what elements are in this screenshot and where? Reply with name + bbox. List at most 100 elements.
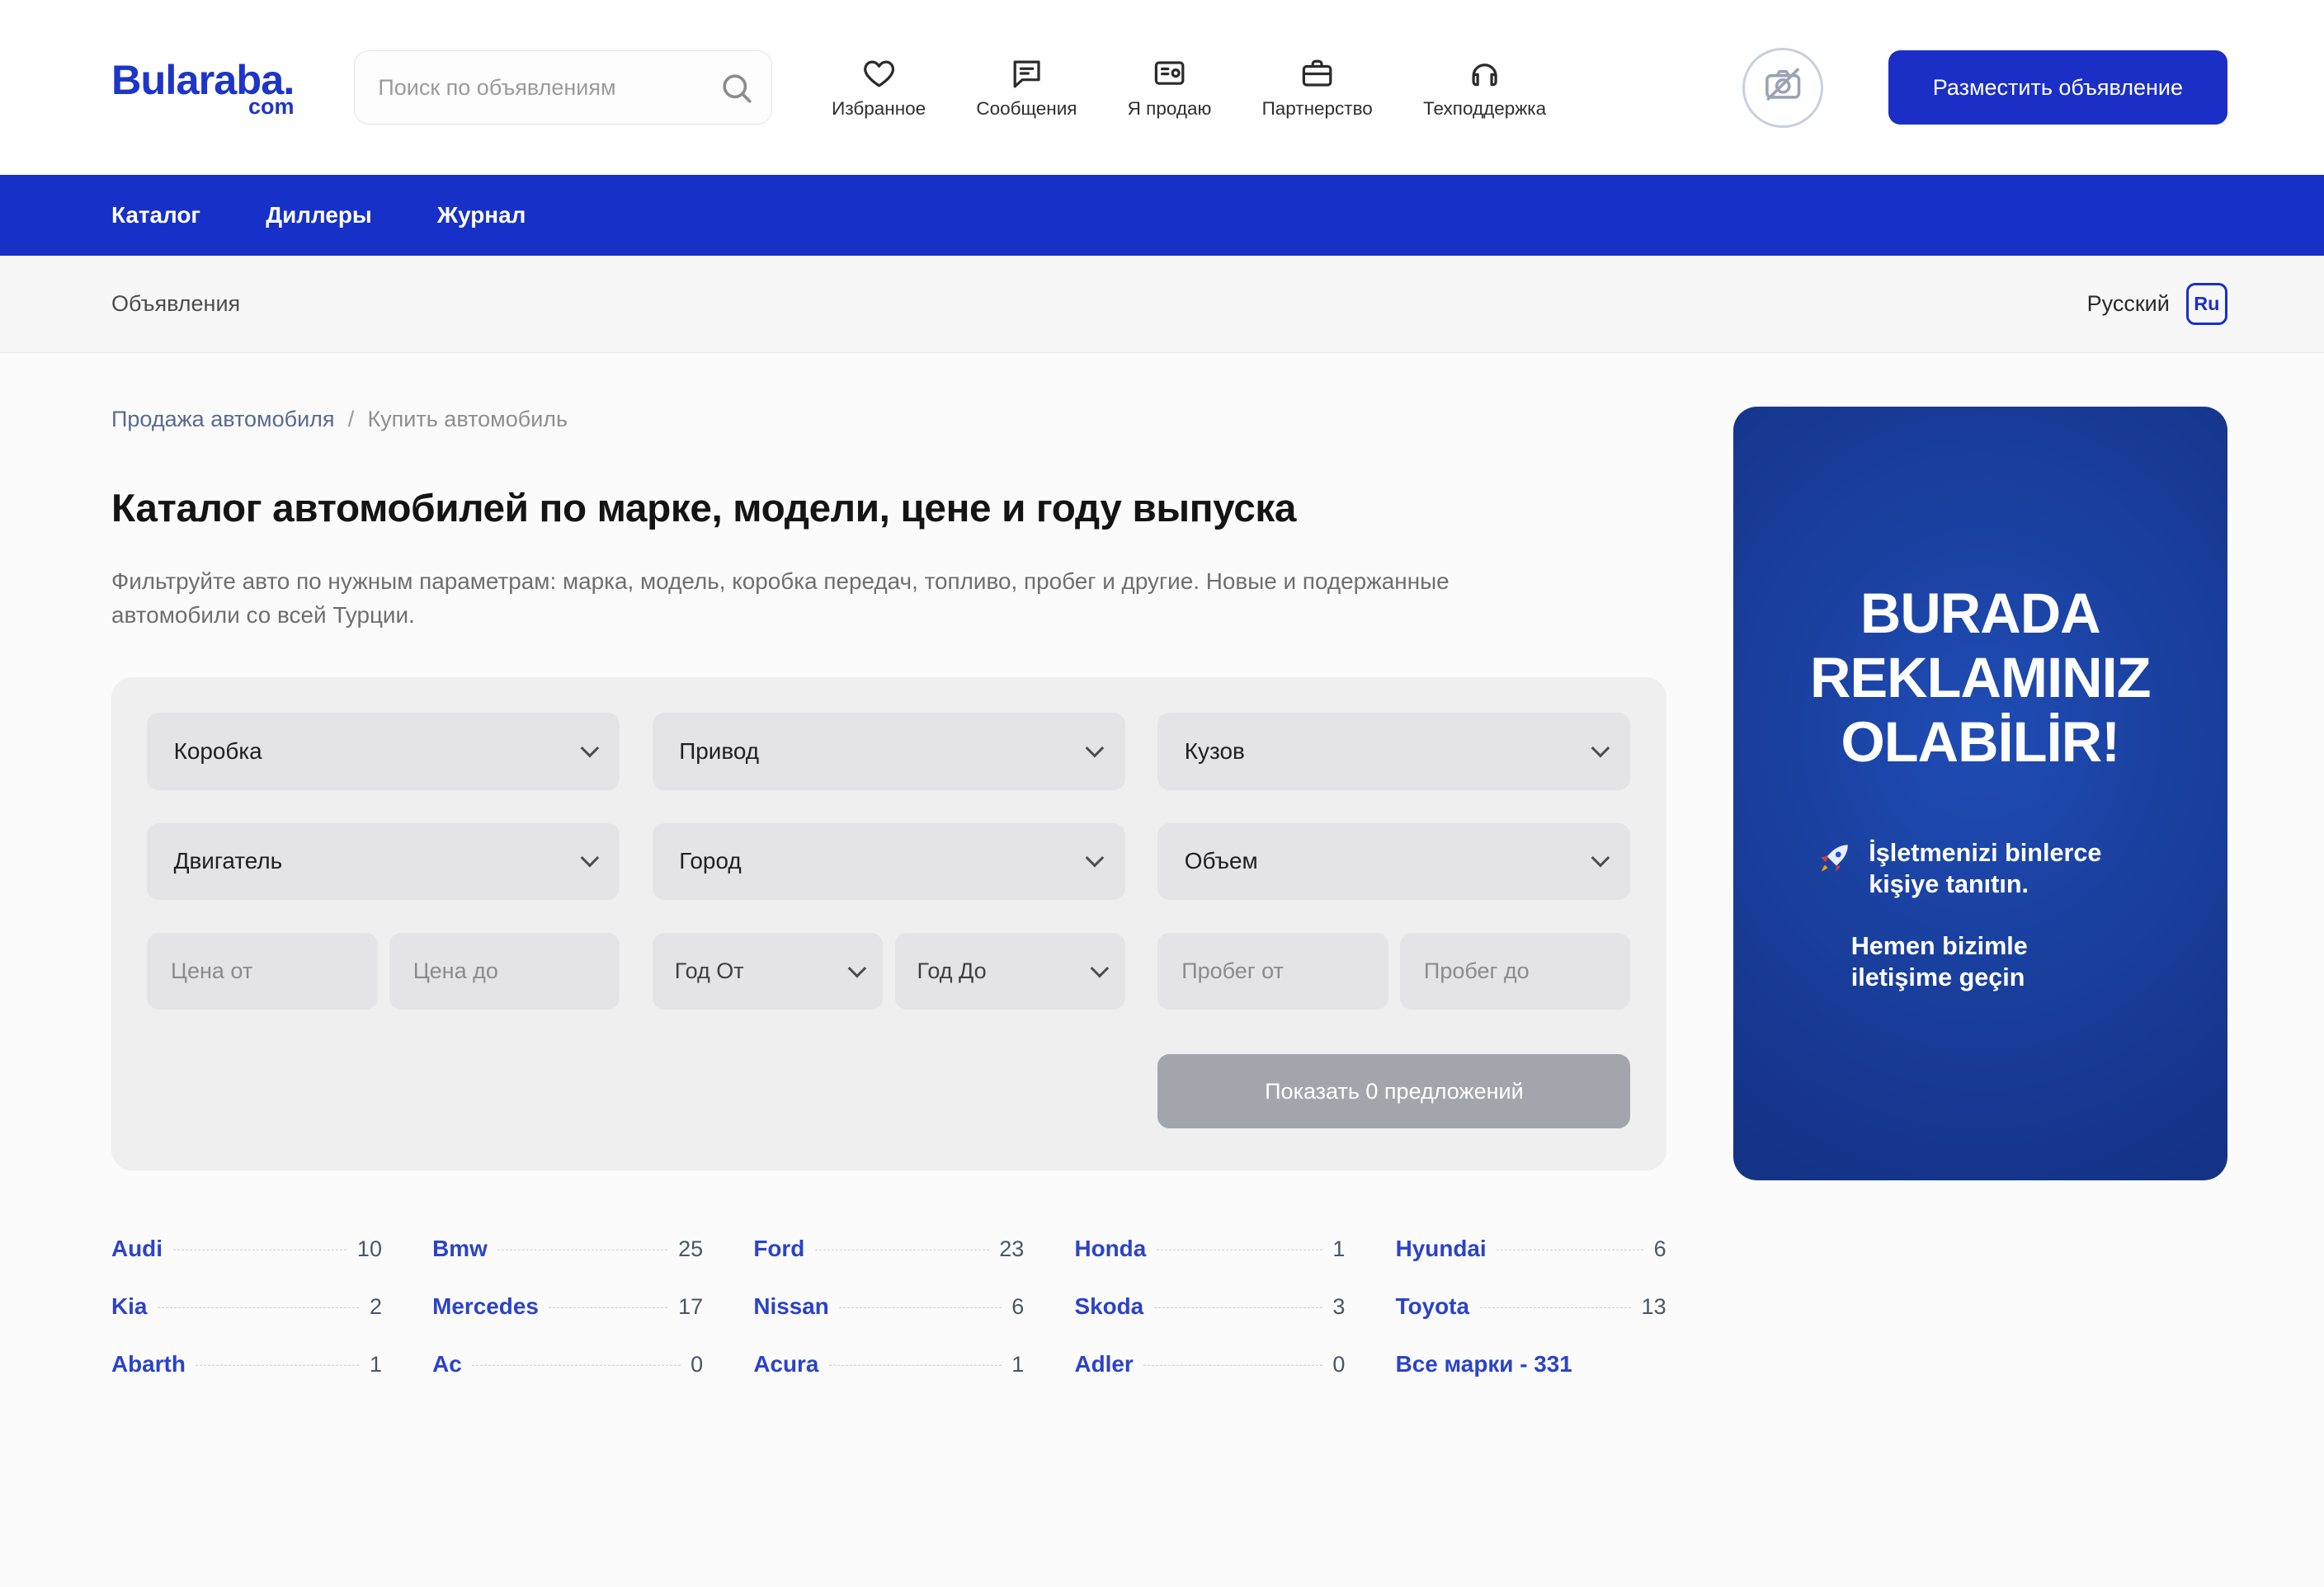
subnav-ads-label[interactable]: Объявления <box>111 291 240 317</box>
year-to-label: Год До <box>917 958 987 984</box>
content-column: Продажа автомобиля / Купить автомобиль К… <box>111 407 1666 1377</box>
brand-name: Acura <box>753 1351 818 1377</box>
brand-count: 25 <box>678 1236 703 1262</box>
brand-link-audi[interactable]: Audi10 <box>111 1236 382 1262</box>
brand-link-hyundai[interactable]: Hyundai6 <box>1396 1236 1666 1262</box>
brand-link-honda[interactable]: Honda 1 <box>1074 1236 1345 1262</box>
price-to-input[interactable] <box>389 933 620 1010</box>
logo[interactable]: Bularaba. com <box>111 55 295 119</box>
header-quick-nav: Избранное Сообщения Я продаю Партнерство <box>832 55 1546 120</box>
brand-count: 1 <box>1011 1352 1024 1377</box>
camera-off-icon <box>1762 64 1803 111</box>
all-brands-label: Все марки - 331 <box>1396 1351 1572 1377</box>
brand-link-nissan[interactable]: Nissan6 <box>753 1293 1024 1320</box>
breadcrumb: Продажа автомобиля / Купить автомобиль <box>111 407 1666 432</box>
body-select[interactable]: Кузов <box>1157 713 1630 790</box>
gearbox-select[interactable]: Коробка <box>147 713 620 790</box>
ad-banner[interactable]: BURADA REKLAMINIZ OLABİLİR! İşletmenizi … <box>1733 407 2227 1180</box>
header-item-support[interactable]: Техподдержка <box>1423 55 1546 120</box>
top-header: Bularaba. com Избранное Сообщения <box>0 0 2324 175</box>
filter-row-3: Год От Год До <box>147 933 1630 1010</box>
rocket-icon <box>1817 841 1852 876</box>
year-to-select[interactable]: Год До <box>895 933 1125 1010</box>
nav-item-journal[interactable]: Журнал <box>437 202 526 228</box>
post-ad-button[interactable]: Разместить объявление <box>1888 50 2227 125</box>
dotted-leader <box>472 1364 680 1365</box>
header-item-partnership[interactable]: Партнерство <box>1262 55 1373 120</box>
filter-row-1: Коробка Привод Кузов <box>147 713 1630 790</box>
engine-select[interactable]: Двигатель <box>147 823 620 901</box>
mileage-range <box>1157 933 1630 1010</box>
nav-item-catalog[interactable]: Каталог <box>111 202 200 228</box>
chat-icon <box>1009 55 1044 91</box>
banner-title-line: REKLAMINIZ <box>1769 647 2192 711</box>
filter-panel: Коробка Привод Кузов Двигатель Город Объ… <box>111 677 1666 1170</box>
header-item-label: Избранное <box>832 98 926 120</box>
brand-link-adler[interactable]: Adler 0 <box>1074 1351 1345 1377</box>
brand-link-abarth[interactable]: Abarth1 <box>111 1351 382 1377</box>
brand-count: 23 <box>999 1236 1024 1262</box>
brand-name: Adler <box>1074 1351 1133 1377</box>
brand-link-acura[interactable]: Acura 1 <box>753 1351 1024 1377</box>
header-item-messages[interactable]: Сообщения <box>976 55 1077 120</box>
brand-link-skoda[interactable]: Skoda3 <box>1074 1293 1345 1320</box>
search-input[interactable] <box>354 50 773 125</box>
price-from-input[interactable] <box>147 933 377 1010</box>
language-label: Русский <box>2087 291 2170 317</box>
filter-actions: Показать 0 предложений <box>147 1054 1630 1128</box>
drive-select[interactable]: Привод <box>653 713 1125 790</box>
brand-name: Kia <box>111 1293 147 1320</box>
dotted-leader <box>196 1364 359 1365</box>
avatar[interactable] <box>1742 48 1822 128</box>
dotted-leader <box>549 1307 667 1308</box>
main-nav: Каталог Диллеры Журнал <box>0 175 2324 255</box>
mileage-from-input[interactable] <box>1157 933 1388 1010</box>
all-brands-link[interactable]: Все марки - 331 <box>1396 1351 1666 1377</box>
banner-bullet-text: İşletmenizi binlerce kişiye tanıtın. <box>1869 837 2143 900</box>
brand-link-toyota[interactable]: Toyota 13 <box>1396 1293 1666 1320</box>
volume-select[interactable]: Объем <box>1157 823 1630 901</box>
banner-title: BURADA REKLAMINIZ OLABİLİR! <box>1769 582 2192 775</box>
chevron-down-icon <box>1591 739 1610 758</box>
header-item-label: Техподдержка <box>1423 98 1546 120</box>
brand-link-ford[interactable]: Ford23 <box>753 1236 1024 1262</box>
brand-link-bmw[interactable]: Bmw25 <box>432 1236 703 1262</box>
year-from-select[interactable]: Год От <box>653 933 883 1010</box>
brand-name: Ac <box>432 1351 462 1377</box>
brand-count: 1 <box>1332 1236 1345 1262</box>
header-item-label: Партнерство <box>1262 98 1373 120</box>
brand-link-mercedes[interactable]: Mercedes17 <box>432 1293 703 1320</box>
search-icon[interactable] <box>719 70 754 106</box>
main-area: Продажа автомобиля / Купить автомобиль К… <box>0 353 2324 1436</box>
brand-link-ac[interactable]: Ac0 <box>432 1351 703 1377</box>
mileage-to-input[interactable] <box>1400 933 1630 1010</box>
chevron-down-icon <box>1086 739 1105 758</box>
breadcrumb-link-buy[interactable]: Купить автомобиль <box>367 407 568 432</box>
search-box <box>354 50 773 125</box>
brand-name: Toyota <box>1396 1293 1469 1320</box>
nav-item-dealers[interactable]: Диллеры <box>266 202 371 228</box>
brand-count: 0 <box>1332 1352 1345 1377</box>
year-range: Год От Год До <box>653 933 1125 1010</box>
banner-title-line: BURADA <box>1769 582 2192 647</box>
brand-name: Honda <box>1074 1236 1146 1262</box>
header-item-favorites[interactable]: Избранное <box>832 55 926 120</box>
city-select[interactable]: Город <box>653 823 1125 901</box>
headset-icon <box>1467 55 1502 91</box>
gearbox-select-label: Коробка <box>174 738 262 765</box>
logo-domain: com <box>248 94 295 120</box>
breadcrumb-link-sale[interactable]: Продажа автомобиля <box>111 407 335 432</box>
brand-name: Skoda <box>1074 1293 1143 1320</box>
language-badge: Ru <box>2186 283 2227 324</box>
chevron-down-icon <box>580 849 599 868</box>
brand-link-kia[interactable]: Kia2 <box>111 1293 382 1320</box>
engine-select-label: Двигатель <box>174 848 283 874</box>
brand-count: 13 <box>1642 1294 1666 1320</box>
show-offers-button[interactable]: Показать 0 предложений <box>1157 1054 1630 1128</box>
drive-select-label: Привод <box>679 738 759 765</box>
header-item-selling[interactable]: Я продаю <box>1128 55 1212 120</box>
language-switcher[interactable]: Русский Ru <box>2087 283 2227 324</box>
banner-bullets: İşletmenizi binlerce kişiye tanıtın. Hem… <box>1769 837 2192 993</box>
dotted-leader <box>1154 1307 1322 1308</box>
chevron-down-icon <box>1086 849 1105 868</box>
